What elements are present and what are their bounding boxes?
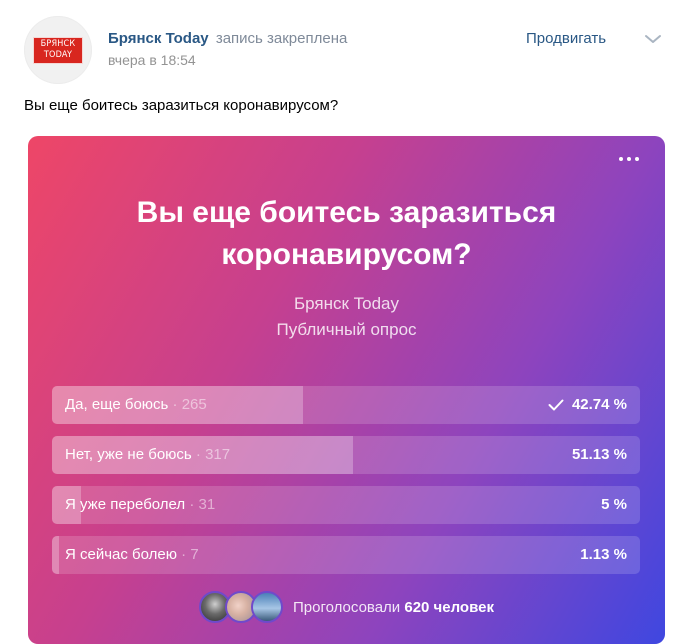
poll-option-text: Я уже переболел [65,496,186,513]
poll-option-label: Я уже переболел · 31 [65,486,215,524]
poll-option-percent: 1.13 % [580,546,627,563]
post-time-link[interactable]: вчера в 18:54 [108,52,196,68]
poll-option[interactable]: Я сейчас болею · 7 1.13 % [52,536,640,574]
more-options-icon[interactable] [619,154,641,164]
group-logo-line2: TODAY [43,50,73,60]
group-avatar[interactable]: БРЯНСК TODAY [24,16,92,84]
poll-option-label: Я сейчас болею · 7 [65,536,199,574]
group-logo-line1: БРЯНСК [40,39,76,49]
wall-post: БРЯНСК TODAY Брянск Today запись закрепл… [0,0,691,644]
poll-option-text: Нет, уже не боюсь [65,446,192,463]
poll-option[interactable]: Я уже переболел · 31 5 % [52,486,640,524]
pinned-status: запись закреплена [215,30,348,47]
poll-option-result: 51.13 % [572,436,627,474]
poll-options: Да, еще боюсь · 265 42.74 % Нет, уже не … [52,386,640,586]
voters-count: 620 человек [404,598,494,616]
voter-avatar [251,591,284,623]
poll-voters[interactable]: Проголосовали 620 человек [28,590,665,624]
poll-option-count: · 265 [172,396,207,413]
poll-option[interactable]: Да, еще боюсь · 265 42.74 % [52,386,640,424]
voters-prefix: Проголосовали [293,598,401,616]
poll-option[interactable]: Нет, уже не боюсь · 317 51.13 % [52,436,640,474]
poll-card: Вы еще боитесь заразиться коронавирусом?… [28,136,665,644]
poll-option-percent: 5 % [601,496,627,513]
poll-option-count: · 7 [181,546,199,563]
post-header: Брянск Today запись закреплена [108,30,347,48]
chevron-down-icon[interactable] [644,32,662,46]
promote-button[interactable]: Продвигать [526,30,606,47]
check-icon [548,399,564,411]
voters-summary: Проголосовали 620 человек [293,599,494,616]
group-logo: БРЯНСК TODAY [33,36,83,64]
poll-option-count: · 31 [189,496,216,513]
poll-option-label: Да, еще боюсь · 265 [65,386,207,424]
poll-type: Публичный опрос [276,320,417,339]
author-name-link[interactable]: Брянск Today [108,30,209,47]
poll-option-result: 5 % [601,486,627,524]
poll-option-percent: 51.13 % [571,446,627,463]
voter-avatars [199,591,284,623]
poll-option-label: Нет, уже не боюсь · 317 [65,436,230,474]
poll-option-result: 1.13 % [580,536,627,574]
poll-option-fill [52,536,59,574]
post-text: Вы еще боитесь заразиться коронавирусом? [24,97,339,114]
poll-option-result: 42.74 % [548,386,627,424]
poll-option-text: Да, еще боюсь [65,396,169,413]
poll-author: Брянск Today [293,294,400,313]
poll-question: Вы еще боитесь заразиться коронавирусом? [136,196,557,271]
poll-option-percent: 42.74 % [571,396,627,413]
poll-option-count: · 317 [195,446,231,463]
poll-option-text: Я сейчас болею [65,546,177,563]
